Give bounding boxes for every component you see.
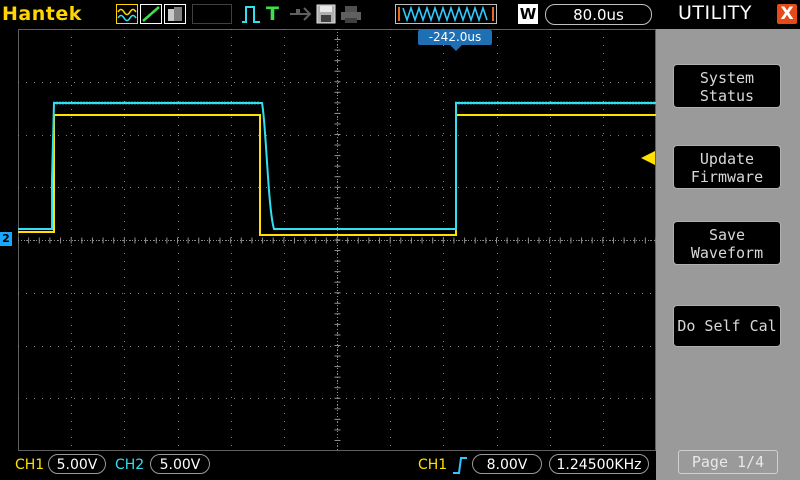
trigger-level-marker[interactable] — [641, 151, 655, 165]
trigger-source-label: CH1 — [418, 457, 448, 473]
menu-item-label: Do Self Cal — [677, 317, 777, 335]
trigger-level[interactable]: 8.00V — [472, 454, 542, 474]
trigger-position-arrow — [450, 45, 462, 51]
graticule — [18, 29, 656, 451]
menu-item-label: Update — [699, 150, 755, 168]
menu-item-label: Waveform — [690, 244, 764, 262]
ch1-label: CH1 — [15, 457, 45, 473]
ch2-scale[interactable]: 5.00V — [150, 454, 210, 474]
frequency-readout: 1.24500KHz — [549, 454, 649, 474]
trigger-position-label: -242.0us — [418, 30, 492, 45]
ch1-scale[interactable]: 5.00V — [48, 454, 106, 474]
status-box-icon — [192, 4, 232, 24]
line-mode-icon[interactable] — [140, 4, 162, 24]
menu-item-label: Save — [708, 226, 746, 244]
waveform-display[interactable] — [18, 29, 656, 451]
ch2-ground-marker[interactable]: 2 — [0, 232, 12, 246]
save-icon[interactable] — [316, 4, 336, 24]
menu-item-label: System — [699, 69, 755, 87]
rising-edge-icon — [453, 457, 467, 474]
run-icon[interactable]: T — [266, 4, 279, 24]
timebase-value[interactable]: 80.0us — [545, 4, 652, 25]
wave-mode-icon[interactable] — [116, 4, 138, 24]
top-status-bar: Hantek T W 80.0us — [0, 0, 656, 29]
self-cal-button[interactable]: Do Self Cal — [673, 305, 781, 347]
menu-title: UTILITY — [678, 2, 753, 24]
system-status-button[interactable]: System Status — [673, 64, 781, 108]
update-firmware-button[interactable]: Update Firmware — [673, 145, 781, 189]
bottom-status-bar: CH1 5.00V CH2 5.00V CH1 8.00V 1.24500KHz — [0, 451, 656, 480]
brand-logo: Hantek — [2, 3, 82, 25]
menu-item-label: Status — [699, 87, 755, 105]
memory-depth-icon — [395, 4, 497, 24]
ch2-label: CH2 — [115, 457, 145, 473]
timebase-mode-badge: W — [518, 4, 538, 24]
page-button[interactable]: Page 1/4 — [678, 450, 778, 474]
print-icon[interactable] — [340, 4, 362, 24]
pulse-trigger-icon[interactable] — [240, 4, 262, 24]
persist-icon[interactable] — [164, 4, 186, 24]
menu-item-label: Firmware — [690, 168, 764, 186]
save-waveform-button[interactable]: Save Waveform — [673, 221, 781, 265]
usb-icon — [290, 7, 312, 21]
close-menu-button[interactable]: X — [777, 4, 797, 24]
